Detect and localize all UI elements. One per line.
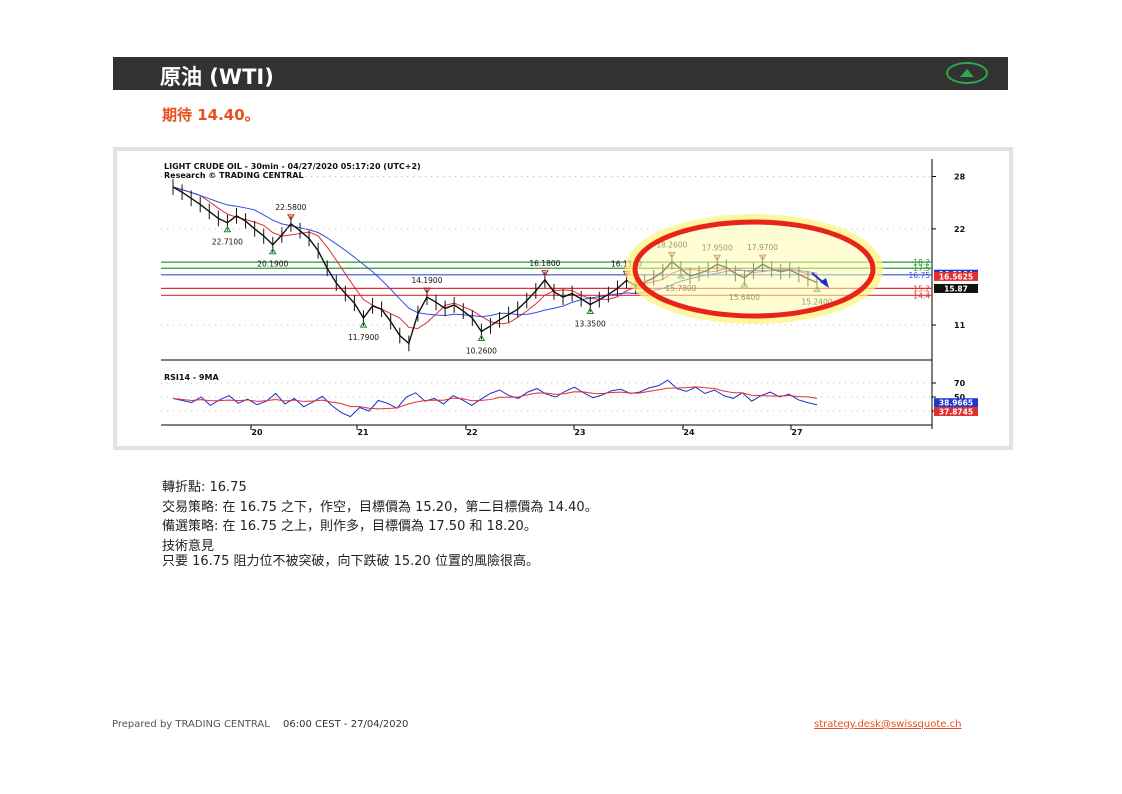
comment-line: 只要 16.75 阻力位不被突破，向下跌破 15.20 位置的風險很高。 — [162, 553, 539, 569]
x-tick-label: 22 — [466, 428, 477, 437]
x-tick-label: 27 — [791, 428, 802, 437]
strategy-line: 交易策略: 在 16.75 之下，作空，目標價為 15.20，第二目標價為 14… — [162, 499, 598, 515]
section-header: 原油 (WTI) — [113, 57, 1008, 90]
trend-badge — [946, 62, 988, 84]
rsi-label: RSI14 - 9MA — [164, 373, 219, 382]
alternative-line: 備選策略: 在 16.75 之上，則作多，目標價為 17.50 和 18.20。 — [162, 519, 537, 534]
price-annotation: 22.5800 — [275, 203, 306, 212]
price-chart: 18.2 17.5 16.75 15.2 14.4 22.5800 22.7100 20.1… — [113, 147, 1013, 450]
level-label: 14.4 — [913, 291, 930, 300]
page-title: 原油 (WTI) — [160, 65, 274, 89]
price-annotation: 20.1900 — [257, 260, 288, 269]
price-annotation: 13.3500 — [575, 320, 606, 329]
rsi-tag-label: 37.8745 — [939, 407, 973, 416]
report-time: 06:00 CEST - 27/04/2020 — [283, 719, 409, 730]
highlight-glow — [625, 214, 883, 324]
price-tick-label: 28 — [954, 172, 966, 181]
pivot-line: 轉折點: 16.75 — [162, 480, 247, 495]
rsi-tag-label: 38.9665 — [939, 399, 973, 408]
x-tick-label: 24 — [683, 428, 695, 437]
prepared-by: Prepared by TRADING CENTRAL — [112, 719, 270, 730]
analysis-text: 轉折點: 16.75 交易策略: 在 16.75 之下，作空，目標價為 15.2… — [162, 478, 598, 569]
price-tag-label: 15.87 — [944, 284, 968, 293]
chart-canvas: 18.217.516.7515.214.4 22.580022.710020.1… — [161, 159, 978, 437]
chart-credit: Research © TRADING CENTRAL — [164, 171, 304, 180]
chart-title: LIGHT CRUDE OIL - 30min - 04/27/2020 05:… — [164, 162, 421, 171]
price-annotation: 22.7100 — [212, 238, 243, 247]
price-annotation: 16.1800 — [529, 259, 560, 268]
up-arrow-icon — [960, 69, 974, 77]
price-annotation: 10.2600 — [466, 347, 497, 356]
x-tick-label: 23 — [574, 428, 585, 437]
price-annotation: 14.1900 — [411, 276, 442, 285]
contact-email-link[interactable]: strategy.desk@swissquote.ch — [814, 719, 961, 730]
price-tag-label: 16.5625 — [939, 272, 973, 281]
x-tick-label: 20 — [251, 428, 263, 437]
price-annotation: 11.7900 — [348, 333, 379, 342]
level-label: 16.75 — [909, 271, 931, 280]
comment-heading: 技術意見 — [162, 538, 215, 554]
rsi-tick-label: 70 — [954, 379, 966, 388]
target-subtitle: 期待 14.40。 — [162, 106, 260, 124]
price-tick-label: 11 — [954, 321, 966, 330]
price-tick-label: 22 — [954, 225, 965, 234]
x-tick-label: 21 — [357, 428, 369, 437]
